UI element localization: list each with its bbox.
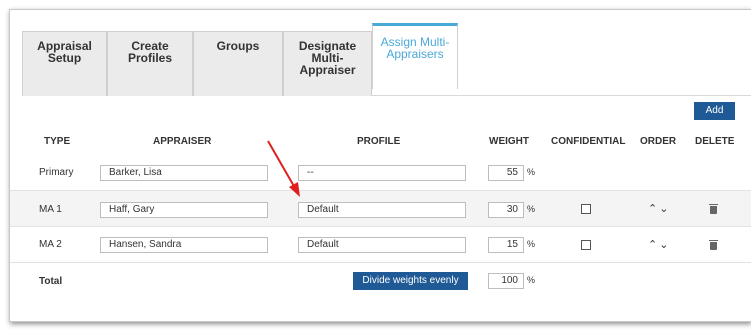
red-arrow-annotation bbox=[267, 140, 300, 197]
assign-multi-appraisers-panel: Appraisal Setup Create Profiles Groups D… bbox=[9, 9, 751, 322]
